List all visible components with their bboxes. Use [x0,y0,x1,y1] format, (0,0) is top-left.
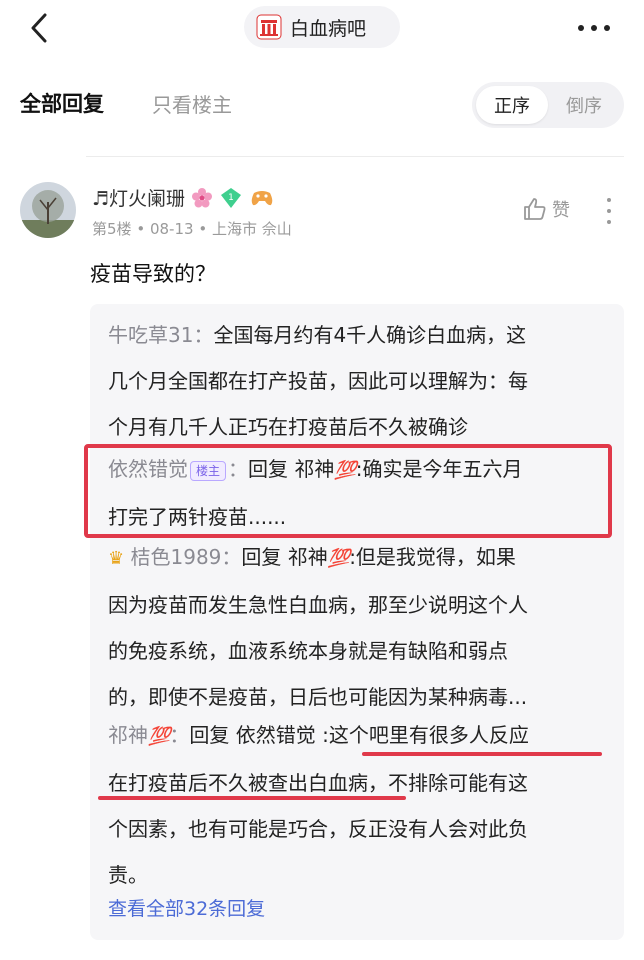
reply-text: 个因素，也有可能是巧合，反正没有人会对此负 [108,817,528,841]
reply-text: 的免疫系统，血液系统本身就是有缺陷和弱点 [108,639,508,663]
sort-order-toggle: 正序 倒序 [472,82,624,128]
post-content: 疫苗导致的？ [90,262,216,286]
divider [86,156,624,157]
sub-reply[interactable]: 祁神💯：回复 依然错觉 :这个吧里有很多人反应 在打疫苗后不久被查出白血病，不排… [108,712,608,898]
sort-asc-button[interactable]: 正序 [476,86,548,124]
like-button[interactable]: 赞 [522,196,570,222]
post-meta: 第5楼 • 08-13 • 上海市 佘山 [92,218,292,239]
highlight-underline [362,752,602,756]
meta-dot: • [198,220,212,238]
meta-dot: • [136,220,150,238]
reply-colon: ： [169,723,190,747]
crown-icon: ♛ [108,548,125,569]
highlight-underline [98,796,406,800]
post-date: 08-13 [149,220,194,238]
post-menu-button[interactable] [604,198,614,224]
dot-icon [607,220,611,224]
game-controller-icon [251,190,273,205]
forum-logo-icon [256,14,282,40]
top-bar: 白血病吧 [0,0,644,60]
reply-prefix: 回复 祁神 [241,545,328,569]
dot-icon [607,209,611,213]
forum-title: 白血病吧 [290,17,367,40]
tab-op-only[interactable]: 只看楼主 [152,89,232,118]
highlight-box [84,444,612,538]
floor-number: 第5楼 [92,220,132,238]
reply-text: :这个吧里有很多人反应 [322,723,529,747]
reply-text: ，不排除可能有这 [368,771,528,795]
reply-text: 在打疫苗后不久被查出白血病 [108,771,368,795]
sort-desc-button[interactable]: 倒序 [548,86,620,124]
back-button[interactable] [24,10,54,46]
more-button[interactable] [574,14,614,42]
dot-icon [607,198,611,202]
sub-replies-panel: 牛吃草31：全国每月约有4千人确诊白血病，这 几个月全国都在打产投苗，因此可以理… [90,304,624,940]
hundred-points-icon: 💯 [148,726,170,747]
reply-text: 的，即使不是疫苗，日后也可能因为某种病毒... [108,685,528,709]
avatar-image [20,182,76,238]
chevron-left-icon [31,13,47,43]
reply-text: :但是我觉得，如果 [349,545,516,569]
reply-prefix: 回复 依然错觉 [189,723,323,747]
ellipsis-icon [578,25,610,31]
view-all-replies-link[interactable]: 查看全部32条回复 [108,894,265,921]
level-gem-icon: 1 [221,187,242,208]
reply-text: 全国每月约有4千人确诊白血病，这 [213,323,527,347]
post-location: 上海市 佘山 [211,220,292,238]
svg-text:1: 1 [228,193,234,203]
thumbs-up-icon [524,198,546,220]
like-label: 赞 [552,200,570,221]
reply-text: 几个月全国都在打产投苗，因此可以理解为：每 [108,369,528,393]
avatar[interactable] [20,182,76,238]
username-row: ♬灯火阑珊 1 [92,184,275,211]
reply-text: 因为疫苗而发生急性白血病，那至少说明这个人 [108,593,528,617]
forum-title-pill[interactable]: 白血病吧 [244,6,400,48]
reply-author[interactable]: 祁神 [108,723,148,747]
sakura-icon [192,187,213,207]
sub-reply[interactable]: ♛ 桔色1989：回复 祁神💯:但是我觉得，如果 因为疫苗而发生急性白血病，那至… [108,534,608,720]
hundred-points-icon: 💯 [327,548,350,569]
tab-all-replies[interactable]: 全部回复 [20,88,104,118]
sub-reply[interactable]: 牛吃草31：全国每月约有4千人确诊白血病，这 几个月全国都在打产投苗，因此可以理… [108,312,608,450]
reply-filter-bar: 全部回复 只看楼主 正序 倒序 [0,70,644,134]
reply-text: 个月有几千人正巧在打疫苗后不久被确诊 [108,415,468,439]
reply-author[interactable]: 桔色1989： [131,545,242,569]
reply-text: 责。 [108,863,148,887]
reply-author[interactable]: 牛吃草31： [108,323,213,347]
username[interactable]: ♬灯火阑珊 [92,184,185,211]
